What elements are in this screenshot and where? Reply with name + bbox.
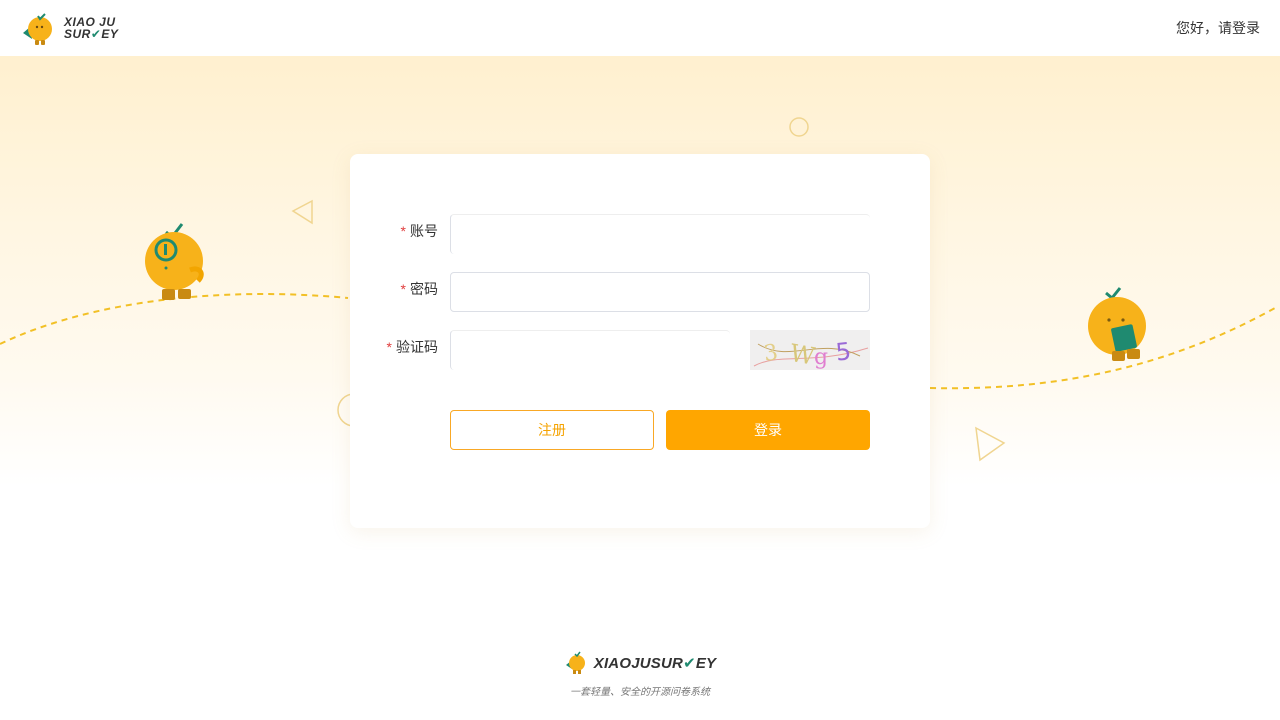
brand-wordmark: XIAO JU SUR✔EY	[64, 16, 118, 40]
captcha-glyphs: 3 W g 5	[753, 337, 869, 371]
deco-triangle	[291, 199, 313, 225]
register-button[interactable]: 注册	[450, 410, 654, 450]
password-row: * 密码	[350, 272, 930, 312]
mascot-right	[1088, 287, 1146, 361]
required-mark: *	[400, 281, 406, 297]
password-label: * 密码	[400, 281, 438, 297]
footer-tagline: 一套轻量、安全的开源问卷系统	[570, 687, 710, 698]
deco-circle	[789, 117, 809, 137]
mascot-left	[145, 223, 204, 300]
required-mark: *	[386, 339, 392, 355]
check-icon: ✔	[90, 27, 102, 41]
account-label: * 账号	[400, 223, 438, 239]
top-header: XIAO JU SUR✔EY 您好，请登录	[0, 0, 1280, 56]
captcha-label: * 验证码	[386, 339, 438, 355]
login-greeting-link[interactable]: 您好，请登录	[1176, 18, 1260, 38]
login-button[interactable]: 登录	[666, 410, 870, 450]
account-input[interactable]	[450, 214, 870, 254]
captcha-char-3: g	[814, 345, 828, 370]
captcha-image[interactable]: 3 W g 5	[750, 330, 870, 371]
account-row: * 账号	[350, 214, 930, 254]
footer: XIAOJUSUR✔EY 一套轻量、安全的开源问卷系统	[0, 650, 1280, 698]
captcha-char-4: 5	[834, 337, 852, 366]
deco-triangle	[975, 426, 1006, 462]
captcha-row: * 验证码 3 W g 5	[350, 330, 930, 371]
check-icon: ✔	[683, 655, 696, 672]
footer-logo: XIAOJUSUR✔EY	[564, 650, 717, 676]
dashed-curve-left	[0, 293, 349, 345]
orange-mascot-icon	[23, 13, 52, 45]
captcha-char-1: 3	[762, 340, 779, 367]
brand-wordmark-line2: SUR✔EY	[64, 27, 119, 41]
password-input[interactable]	[450, 272, 870, 312]
brand-logo[interactable]: XIAO JU SUR✔EY	[20, 8, 118, 48]
orange-mascot-icon	[565, 651, 585, 674]
required-mark: *	[400, 223, 406, 239]
captcha-input[interactable]	[450, 330, 730, 370]
footer-brand: XIAOJUSUR✔EY	[593, 655, 717, 672]
login-card: * 账号 * 密码 * 验证码 3 W g 5 注册 登录	[350, 154, 930, 528]
captcha-char-2: W	[788, 339, 817, 370]
